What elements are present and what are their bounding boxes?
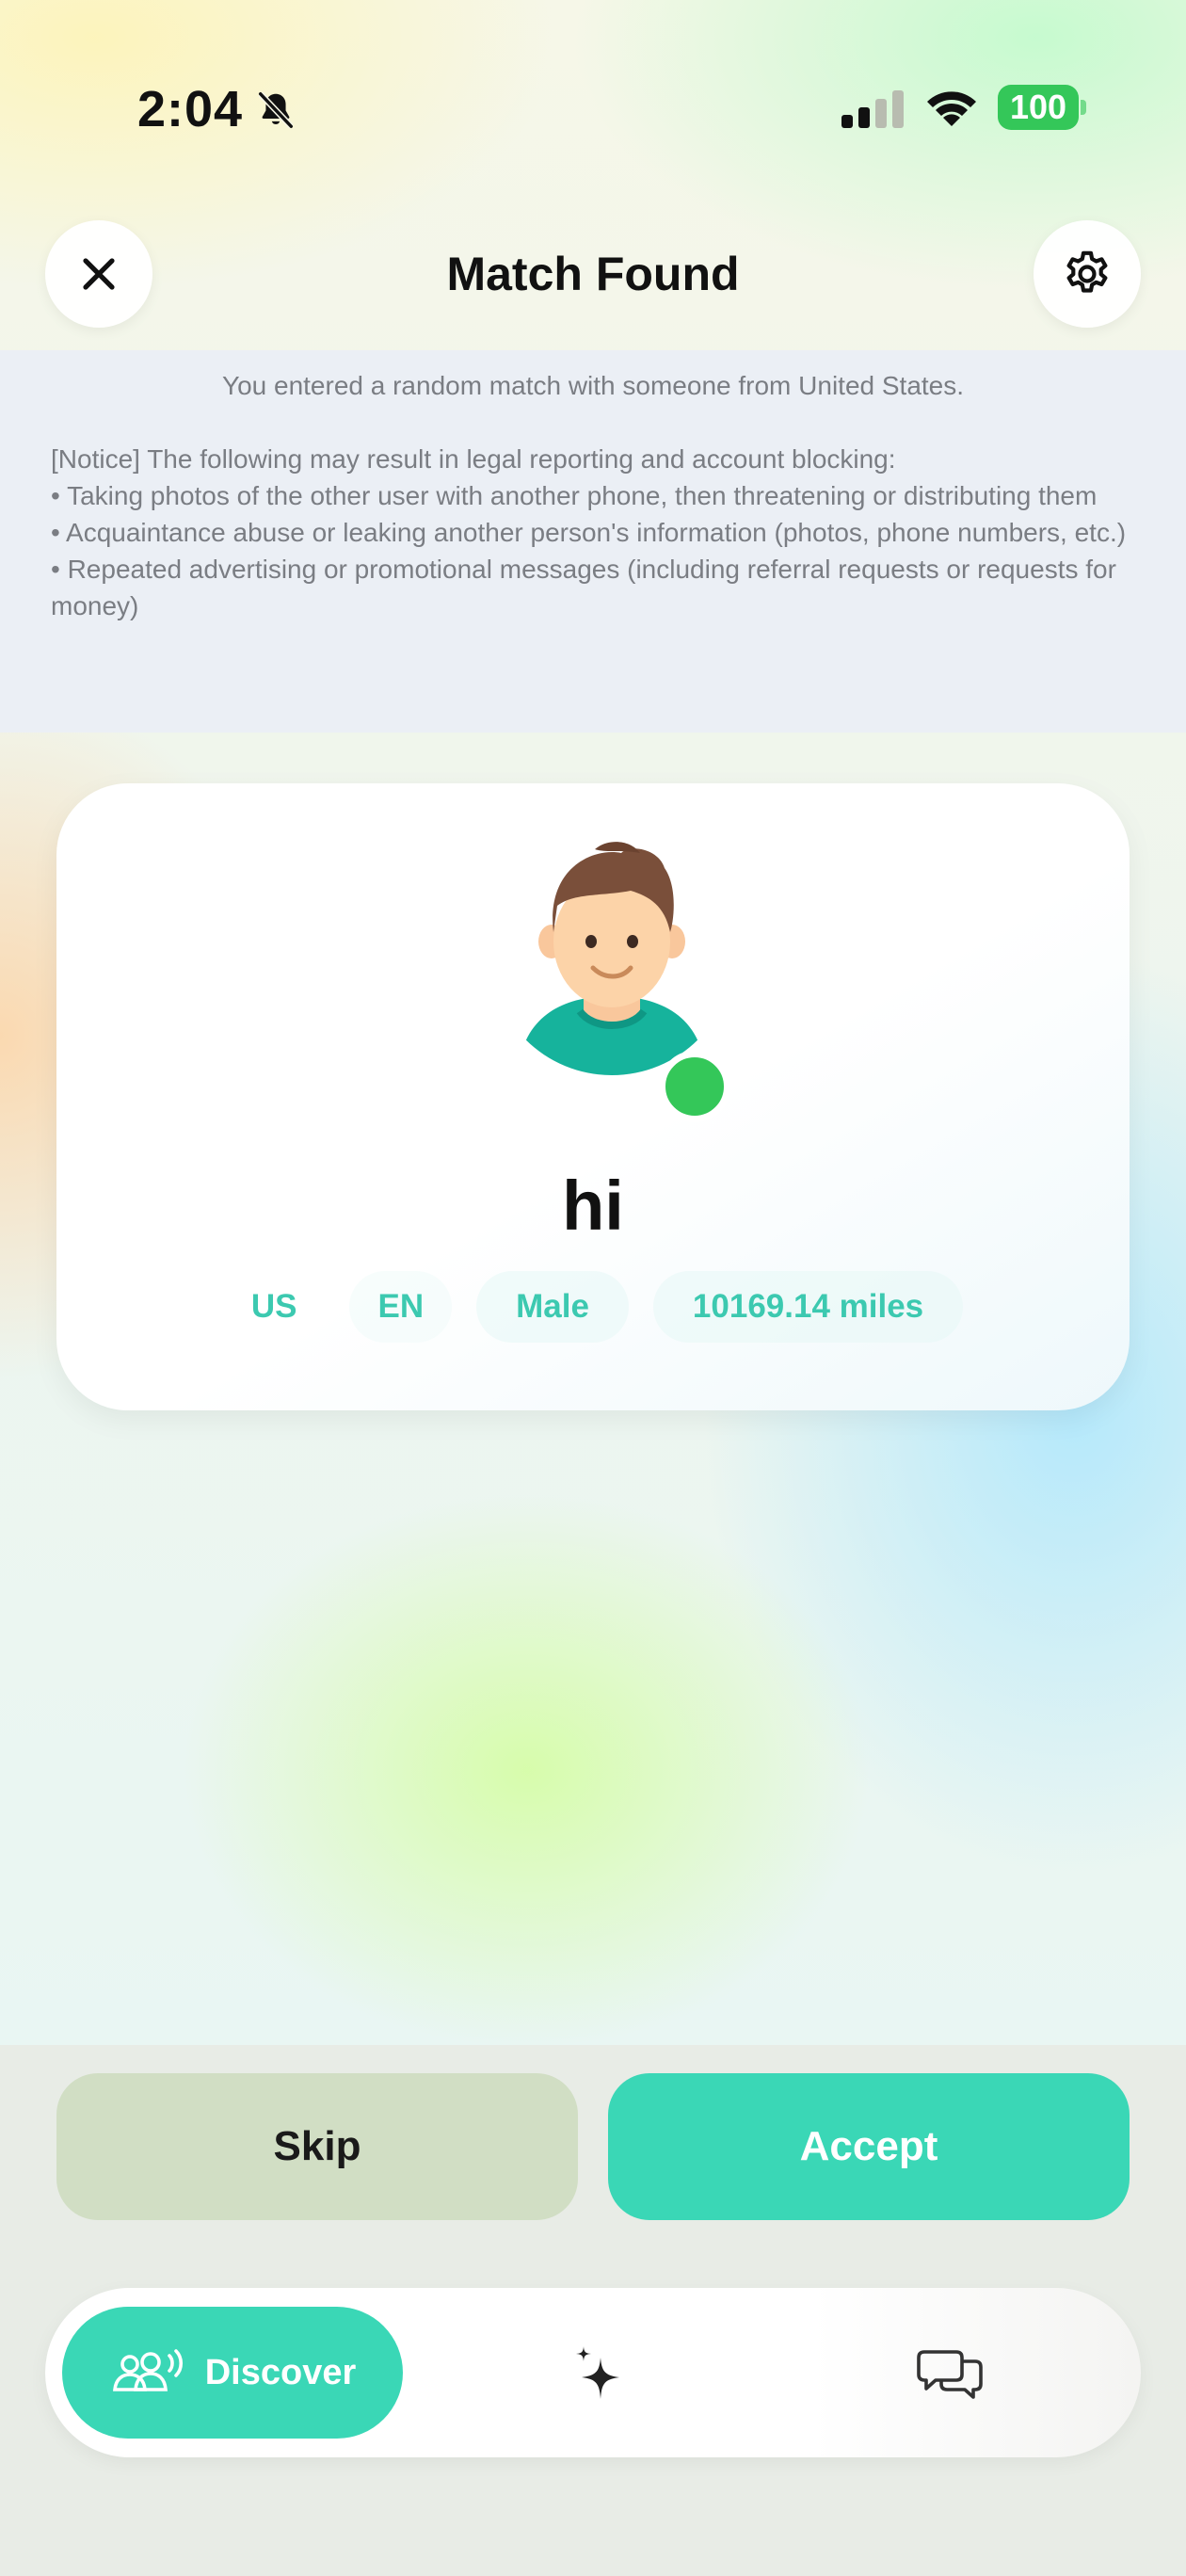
notice-item: • Acquaintance abuse or leaking another … — [51, 518, 1127, 547]
gender-tag: Male — [476, 1271, 629, 1343]
people-radar-icon — [112, 2349, 183, 2391]
user-name: hi — [562, 1167, 624, 1245]
distance-tag: 10169.14 miles — [652, 1271, 964, 1343]
tab-discover[interactable]: Discover — [62, 2307, 403, 2439]
notice-panel: You entered a random match with someone … — [0, 350, 1186, 733]
match-intro-text: You entered a random match with someone … — [221, 371, 965, 400]
settings-button[interactable] — [1034, 220, 1141, 328]
bell-slash-icon — [258, 91, 294, 129]
status-time: 2:04 — [137, 81, 244, 137]
profile-card: hi US EN Male 10169.14 miles — [56, 783, 1130, 1410]
page-title: Match Found — [446, 248, 740, 300]
gear-icon — [1066, 250, 1108, 293]
tab-discover-label: Discover — [204, 2352, 357, 2392]
wifi-icon — [927, 91, 976, 126]
profile-tags: US EN Male 10169.14 miles — [56, 1271, 1130, 1343]
skip-button[interactable]: Skip — [56, 2073, 578, 2220]
notice-item: • Taking photos of the other user with a… — [51, 481, 1098, 510]
sparkle-icon[interactable] — [572, 2344, 625, 2401]
accept-button[interactable]: Accept — [608, 2073, 1130, 2220]
online-status-indicator — [659, 1051, 730, 1122]
avatar — [489, 830, 734, 1075]
battery-tip — [1081, 100, 1086, 115]
chat-bubbles-icon[interactable] — [917, 2346, 983, 2399]
notice-heading: [Notice] The following may result in leg… — [51, 444, 896, 474]
battery-level: 100 — [998, 85, 1079, 130]
country-tag: US — [250, 1288, 297, 1325]
battery-icon: 100 — [998, 85, 1086, 130]
cellular-signal-icon — [841, 90, 904, 128]
notice-item: • Repeated advertising or promotional me… — [51, 555, 1116, 620]
language-tag: EN — [349, 1271, 453, 1343]
tab-bar: Discover — [45, 2288, 1141, 2457]
